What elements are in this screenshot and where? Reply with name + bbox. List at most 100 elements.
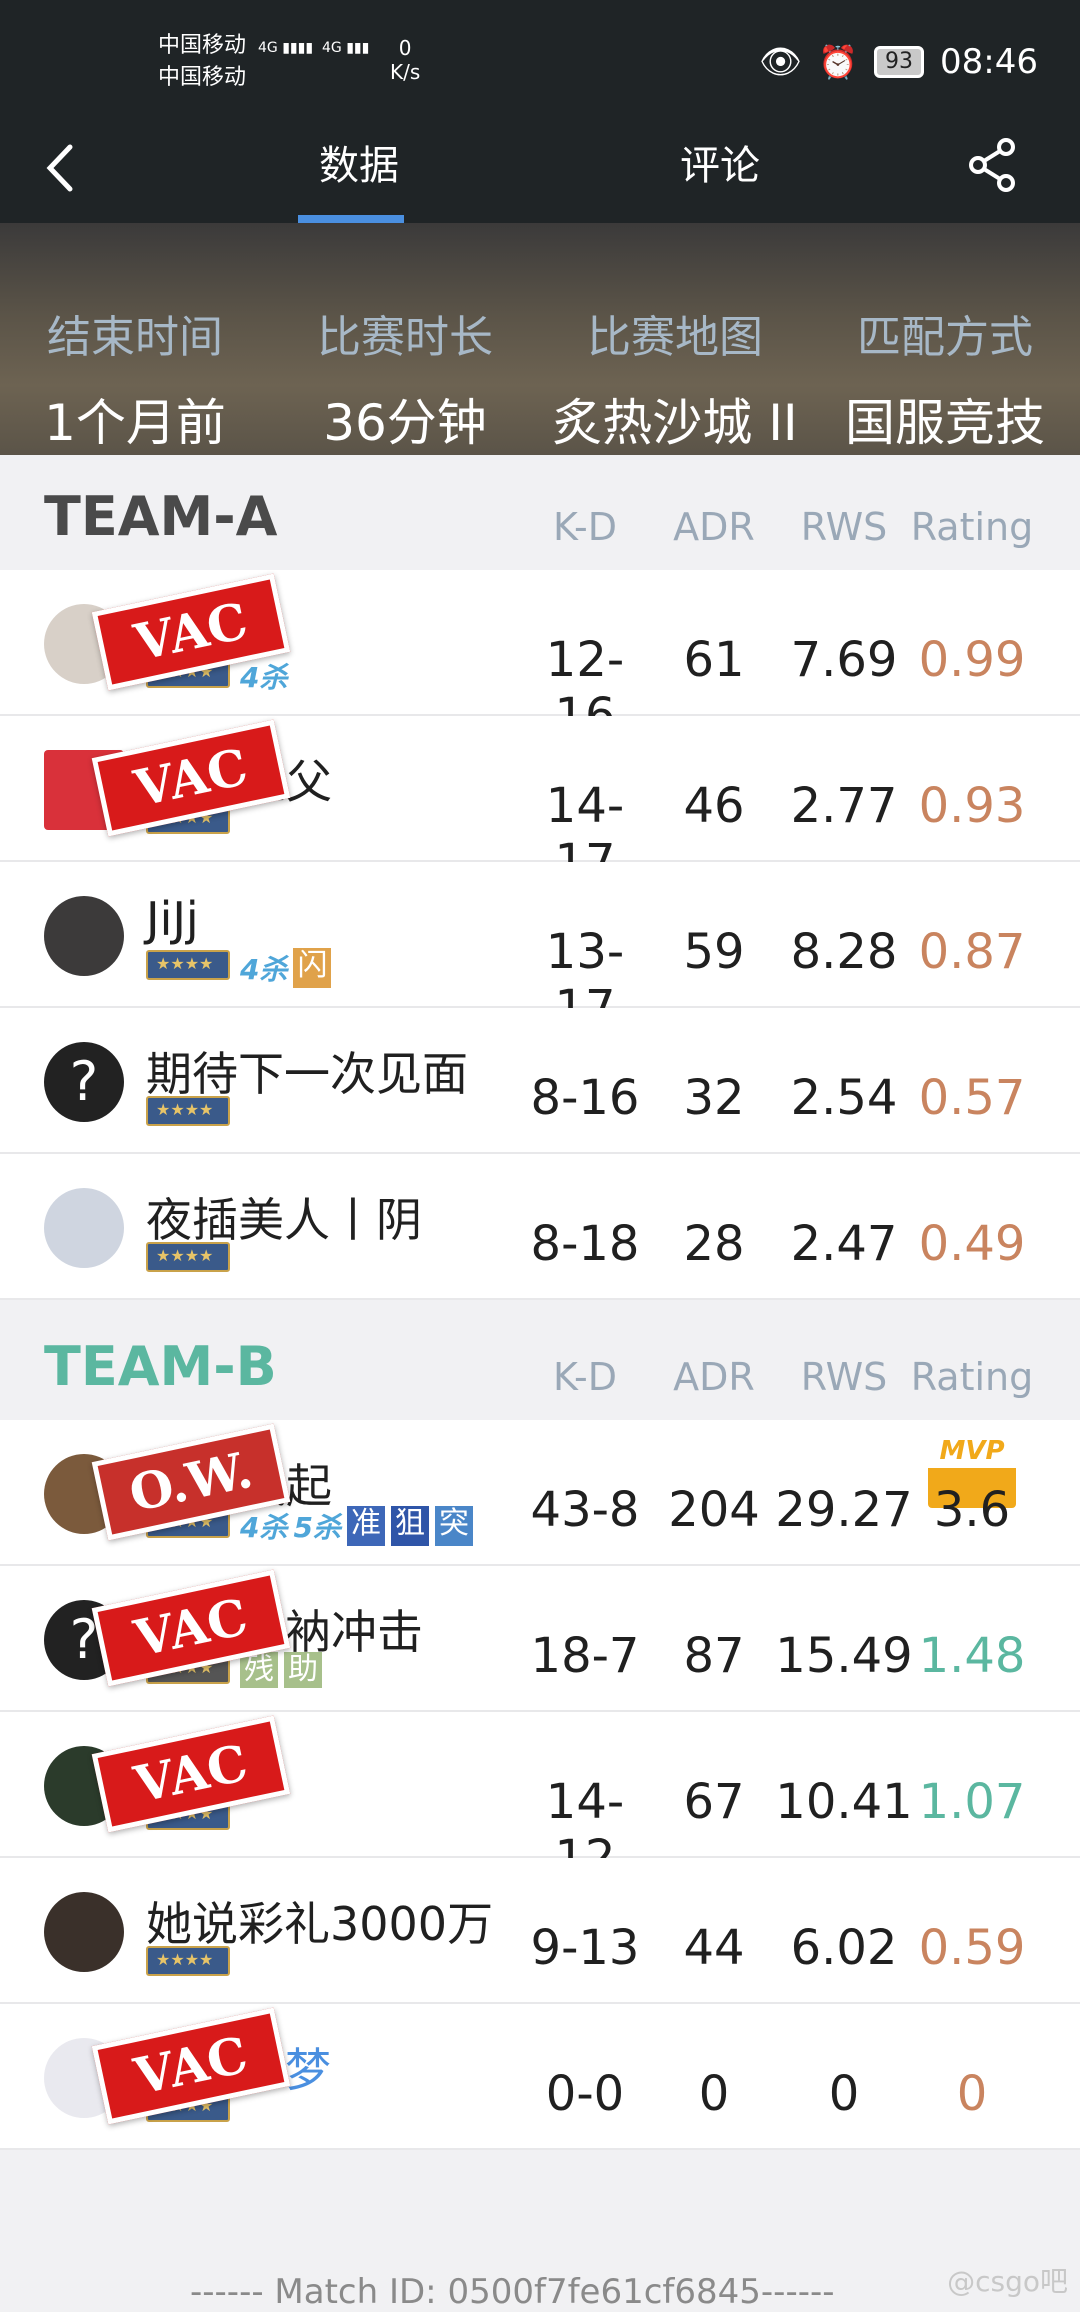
end-time-block: 结束时间 1个月前 xyxy=(0,308,270,458)
col-rws: RWS xyxy=(800,505,888,549)
mode-label: 匹配方式 xyxy=(857,312,1033,363)
player-name: 夜插美人丨阴 xyxy=(146,1193,422,1247)
rating-value: 0.59 xyxy=(918,1920,1026,1976)
player-row[interactable]: ? 衲冲击 残 助 VAC 18-7 87 15.49 1.48 xyxy=(0,1566,1080,1712)
adr-value: 28 xyxy=(683,1216,745,1272)
player-row[interactable]: 梦 VAC 0-0 0 0 0 xyxy=(0,2004,1080,2150)
rws-value: 2.54 xyxy=(790,1070,898,1126)
signal-icon-2: 4G ▮▮▮ xyxy=(322,40,370,56)
share-button[interactable] xyxy=(960,133,1024,197)
adr-value: 44 xyxy=(683,1920,745,1976)
net-speed-unit: K/s xyxy=(390,60,421,84)
rating-value: 3.6 xyxy=(933,1482,1011,1538)
tab-indicator xyxy=(298,215,404,223)
tab-comments[interactable]: 评论 xyxy=(640,133,800,191)
end-time-value: 1个月前 xyxy=(44,394,226,452)
player-row[interactable]: 之父 VAC 14-17 46 2.77 0.93 xyxy=(0,716,1080,890)
end-time-label: 结束时间 xyxy=(47,312,223,363)
col-rws: RWS xyxy=(800,1355,888,1399)
map-label: 比赛地图 xyxy=(587,312,763,363)
adr-value: 32 xyxy=(683,1070,745,1126)
flash-tag: 闪 xyxy=(293,948,332,988)
adr-value: 59 xyxy=(683,924,745,980)
rating-value: 0.99 xyxy=(918,632,1026,688)
assist-tag: 助 xyxy=(284,1652,322,1688)
kill4-tag: 4杀 xyxy=(240,661,288,694)
player-row[interactable]: JiJj 4杀 闪 13-17 59 8.28 0.87 xyxy=(0,862,1080,1036)
rating-value: 0.49 xyxy=(918,1216,1026,1272)
adr-value: 204 xyxy=(668,1482,760,1538)
rws-value: 7.69 xyxy=(790,632,898,688)
team-b-name: TEAM-B xyxy=(44,1335,277,1398)
carrier-info: 中国移动 中国移动 xyxy=(158,30,246,94)
team-a-header: TEAM-A K-D ADR RWS Rating xyxy=(0,455,1080,570)
duration-value: 36分钟 xyxy=(323,394,487,452)
adr-value: 61 xyxy=(683,632,745,688)
duration-block: 比赛时长 36分钟 xyxy=(270,308,540,458)
kd-value: 9-13 xyxy=(530,1920,640,1976)
player-name: 她说彩礼3000万 xyxy=(146,1897,494,1951)
player-name: 期待下一次见面 xyxy=(146,1047,468,1101)
tag-list: 4杀 5杀 准 狙 突 xyxy=(240,1506,473,1546)
clutch-tag: 残 xyxy=(240,1652,278,1688)
signal-icon: 4G ▮▮▮▮ xyxy=(258,40,314,56)
team-b-header: TEAM-B K-D ADR RWS Rating xyxy=(0,1305,1080,1420)
match-info-banner: 结束时间 1个月前 比赛时长 36分钟 比赛地图 炙热沙城 II 匹配方式 国服… xyxy=(0,223,1080,455)
tag-list: 4杀 xyxy=(240,656,287,696)
net-speed-value: 0 xyxy=(398,36,412,60)
player-row[interactable]: VAC 14-12 67 10.41 1.07 xyxy=(0,1712,1080,1886)
avatar xyxy=(44,896,124,976)
player-name: JiJj xyxy=(146,892,199,946)
adr-value: 67 xyxy=(683,1774,745,1830)
player-row[interactable]: 她说彩礼3000万 9-13 44 6.02 0.59 xyxy=(0,1858,1080,2004)
rank-badge xyxy=(146,950,230,980)
chevron-left-icon xyxy=(46,144,73,192)
adr-value: 87 xyxy=(683,1628,745,1684)
rank-badge xyxy=(146,1946,230,1976)
net-speed: 0 K/s xyxy=(390,36,420,84)
avatar xyxy=(44,1188,124,1268)
back-button[interactable] xyxy=(44,135,92,201)
rws-value: 15.49 xyxy=(775,1628,913,1684)
tag-list: 残 助 xyxy=(240,1652,322,1688)
col-kd: K-D xyxy=(553,1355,617,1399)
battery-icon: 93 xyxy=(874,46,925,78)
adr-value: 46 xyxy=(683,778,745,834)
share-icon xyxy=(969,138,1015,192)
eye-icon: 👁 xyxy=(759,42,803,82)
rating-value: 1.07 xyxy=(918,1774,1026,1830)
map-block: 比赛地图 炙热沙城 II xyxy=(540,308,810,458)
kill5-tag: 5杀 xyxy=(293,1511,341,1544)
sniper-tag: 狙 xyxy=(390,1506,429,1546)
rating-value: 0.93 xyxy=(918,778,1026,834)
col-adr: ADR xyxy=(673,1355,755,1399)
player-row[interactable]: 4杀 VAC 12-16 61 7.69 0.99 xyxy=(0,570,1080,744)
col-rating: Rating xyxy=(910,1355,1034,1399)
carrier-2: 中国移动 xyxy=(158,65,247,90)
aim-tag: 准 xyxy=(346,1506,385,1546)
kd-value: 43-8 xyxy=(530,1482,640,1538)
mode-value: 国服竞技 xyxy=(845,394,1045,452)
col-rating: Rating xyxy=(910,505,1034,549)
kill4-tag: 4杀 xyxy=(240,1511,288,1544)
rws-value: 2.47 xyxy=(790,1216,898,1272)
rating-value: 1.48 xyxy=(918,1628,1026,1684)
col-adr: ADR xyxy=(673,505,755,549)
status-bar: 中国移动 中国移动 4G ▮▮▮▮ 4G ▮▮▮ 0 K/s 👁 ⏰ 93 08… xyxy=(0,0,1080,115)
status-right: 👁 ⏰ 93 08:46 xyxy=(759,42,1038,82)
tab-data[interactable]: 数据 xyxy=(279,133,439,191)
watermark: @csgo吧 xyxy=(947,2265,1068,2298)
rws-value: 29.27 xyxy=(775,1482,913,1538)
team-a-name: TEAM-A xyxy=(44,485,278,548)
col-kd: K-D xyxy=(553,505,617,549)
player-row[interactable]: ? 期待下一次见面 8-16 32 2.54 0.57 xyxy=(0,1008,1080,1154)
adr-value: 0 xyxy=(698,2066,730,2122)
rating-value: 0.57 xyxy=(918,1070,1026,1126)
mode-block: 匹配方式 国服竞技 xyxy=(810,308,1080,458)
player-row[interactable]: 风起 4杀 5杀 准 狙 突 O.W. MVP 43-8 204 29.27 3… xyxy=(0,1420,1080,1566)
player-row[interactable]: 夜插美人丨阴 8-18 28 2.47 0.49 xyxy=(0,1154,1080,1300)
map-value: 炙热沙城 II xyxy=(552,394,798,452)
rating-value: 0.87 xyxy=(918,924,1026,980)
rating-value: 0 xyxy=(956,2066,988,2122)
kd-value: 0-0 xyxy=(545,2066,625,2122)
